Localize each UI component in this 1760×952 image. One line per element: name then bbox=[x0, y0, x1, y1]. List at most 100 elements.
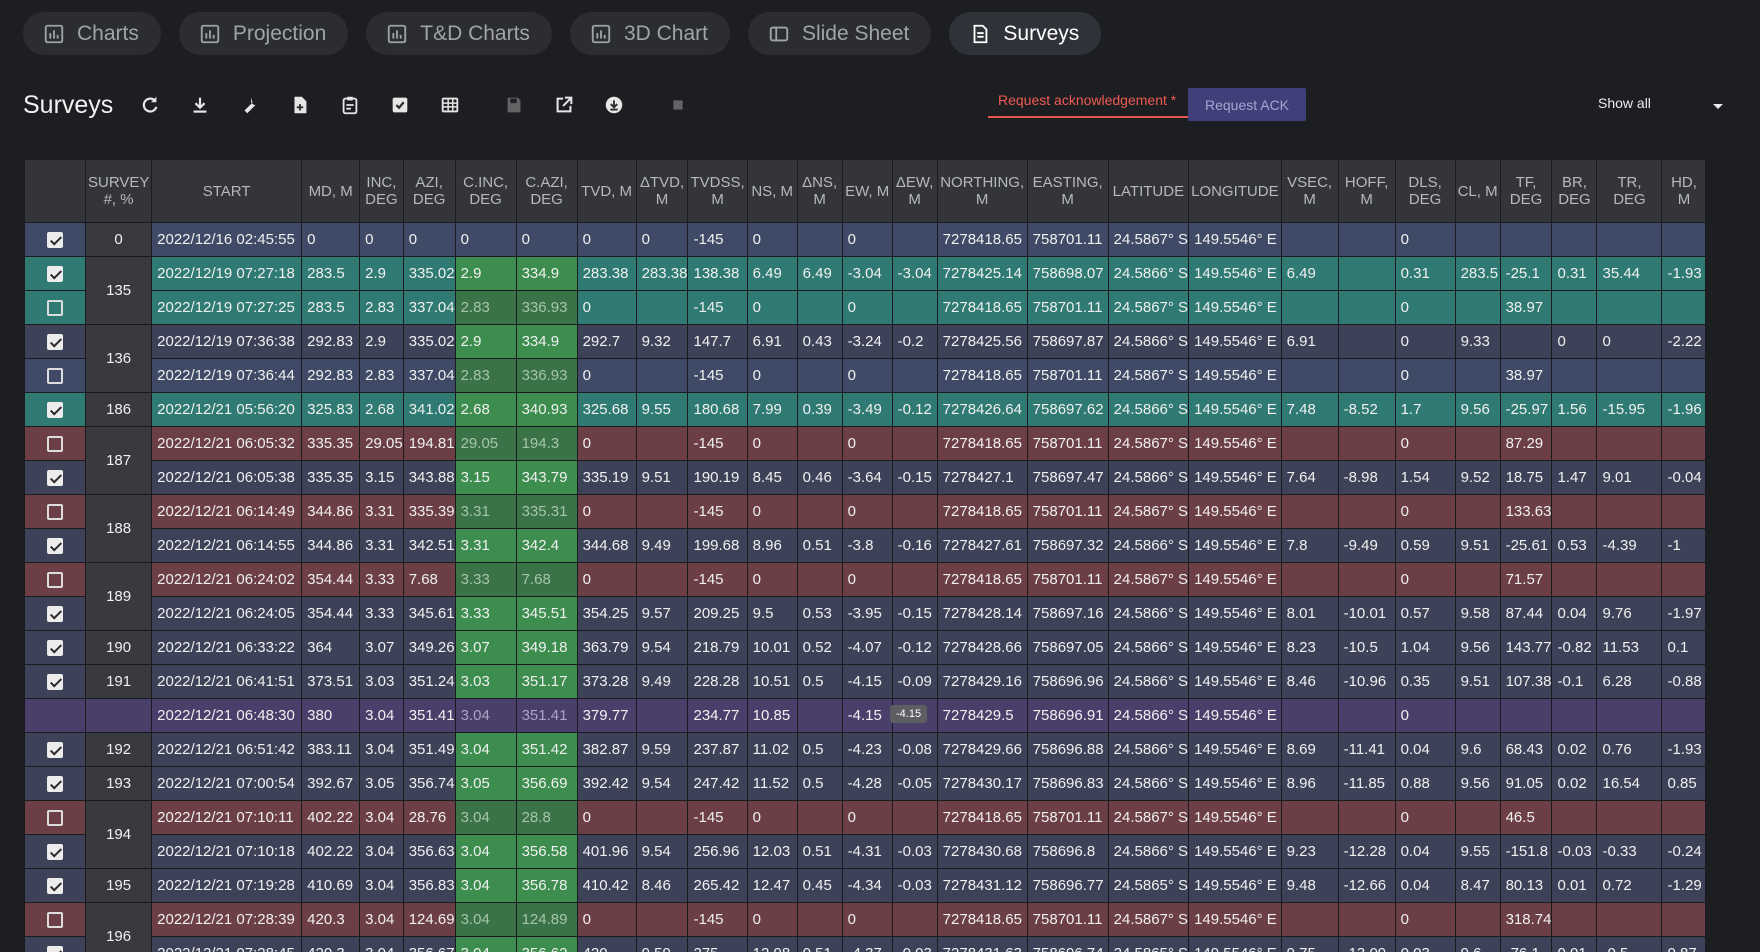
column-header[interactable]: SURVEY #, % bbox=[84, 159, 153, 223]
column-header[interactable]: EASTING, M bbox=[1026, 159, 1109, 223]
row-select-cell[interactable] bbox=[24, 630, 86, 665]
column-header[interactable]: TVD, M bbox=[576, 159, 637, 223]
row-checkbox[interactable] bbox=[47, 606, 63, 623]
table-row[interactable]: 186 2022/12/21 05:56:20 325.83 2.68 341.02 2.… bbox=[24, 392, 1707, 427]
download-circle-icon[interactable] bbox=[593, 84, 635, 126]
row-checkbox[interactable] bbox=[47, 742, 63, 759]
table-row[interactable]: 188 2022/12/21 06:14:49 344.86 3.31 335.39 3.… bbox=[24, 494, 1707, 563]
refresh-icon[interactable] bbox=[129, 84, 171, 126]
table-row[interactable]: 187 2022/12/21 06:05:32 335.35 29.05 194.81 2… bbox=[24, 426, 1707, 495]
tab-projection[interactable]: Projection bbox=[178, 12, 349, 55]
row-select-cell[interactable] bbox=[24, 562, 86, 597]
row-checkbox[interactable] bbox=[47, 266, 63, 283]
row-checkbox[interactable] bbox=[47, 776, 63, 793]
row-select-cell[interactable] bbox=[24, 222, 86, 257]
row-select-cell[interactable] bbox=[24, 902, 86, 937]
column-header[interactable]: HD, M bbox=[1661, 159, 1707, 223]
wrench-icon[interactable] bbox=[229, 84, 271, 126]
row-select-cell[interactable] bbox=[24, 358, 86, 393]
tab-t-d-charts[interactable]: T&D Charts bbox=[366, 12, 552, 55]
column-header[interactable]: C.AZI, DEG bbox=[515, 159, 578, 223]
table-row[interactable]: 2022/12/21 06:05:38 335.35 3.15 343.88 3.15 3… bbox=[24, 460, 1707, 495]
table-row[interactable]: 191 2022/12/21 06:41:51 373.51 3.03 351.24 3.… bbox=[24, 664, 1707, 699]
table-row[interactable]: 136 2022/12/19 07:36:38 292.83 2.9 335.02 2.9… bbox=[24, 324, 1707, 393]
filter-select[interactable]: Show all bbox=[1598, 95, 1651, 111]
row-select-cell[interactable] bbox=[24, 800, 86, 835]
column-header[interactable]: ΔTVD, M bbox=[635, 159, 689, 223]
column-header[interactable]: TR, DEG bbox=[1596, 159, 1663, 223]
row-checkbox[interactable] bbox=[47, 878, 63, 895]
row-checkbox[interactable] bbox=[47, 300, 63, 317]
row-select-cell[interactable] bbox=[24, 324, 86, 359]
tab-charts[interactable]: Charts bbox=[23, 12, 161, 55]
row-checkbox[interactable] bbox=[47, 402, 63, 419]
column-header[interactable]: BR, DEG bbox=[1551, 159, 1598, 223]
row-checkbox[interactable] bbox=[47, 912, 63, 929]
table-row[interactable]: 2022/12/19 07:36:44 292.83 2.83 337.04 2.83 3… bbox=[24, 358, 1707, 393]
row-select-cell[interactable] bbox=[24, 290, 86, 325]
tab-slide-sheet[interactable]: Slide Sheet bbox=[747, 12, 932, 55]
table-row[interactable]: 196 2022/12/21 07:28:39 420.3 3.04 124.69 3.0… bbox=[24, 902, 1707, 952]
column-header[interactable]: ΔNS, M bbox=[796, 159, 843, 223]
row-select-cell[interactable] bbox=[24, 256, 86, 291]
save-icon[interactable] bbox=[493, 84, 535, 126]
row-select-cell[interactable] bbox=[24, 732, 86, 767]
row-select-cell[interactable] bbox=[24, 868, 86, 903]
column-header[interactable]: NS, M bbox=[746, 159, 798, 223]
acknowledgement-field[interactable]: Request acknowledgement * bbox=[988, 72, 1188, 118]
row-select-cell[interactable] bbox=[24, 834, 86, 869]
open-external-icon[interactable] bbox=[543, 84, 585, 126]
table-row[interactable]: 135 2022/12/19 07:27:18 283.5 2.9 335.02 2.9 3… bbox=[24, 256, 1707, 325]
row-checkbox[interactable] bbox=[47, 946, 63, 952]
download-icon[interactable] bbox=[179, 84, 221, 126]
file-add-icon[interactable] bbox=[279, 84, 321, 126]
row-select-cell[interactable] bbox=[24, 936, 86, 952]
row-select-cell[interactable] bbox=[24, 426, 86, 461]
row-select-cell[interactable] bbox=[24, 698, 86, 733]
row-select-cell[interactable] bbox=[24, 766, 86, 801]
row-select-cell[interactable] bbox=[24, 392, 86, 427]
column-header[interactable]: DLS, DEG bbox=[1394, 159, 1456, 223]
row-checkbox[interactable] bbox=[47, 436, 63, 453]
tab-3d-chart[interactable]: 3D Chart bbox=[569, 12, 730, 55]
table-row[interactable]: 0 2022/12/16 02:45:55 0 0 0 0 0 0 0 -145 0 0 7278418… bbox=[24, 222, 1707, 257]
table-row[interactable]: 2022/12/21 07:28:45420.33.04356.673.0435… bbox=[24, 936, 1707, 952]
row-select-cell[interactable] bbox=[24, 528, 86, 563]
row-checkbox[interactable] bbox=[47, 844, 63, 861]
row-select-cell[interactable] bbox=[24, 664, 86, 699]
table-row[interactable]: 2022/12/21 06:48:30 380 3.04 351.41 3.04 351.… bbox=[24, 698, 1707, 733]
column-header[interactable]: C.INC, DEG bbox=[454, 159, 517, 223]
request-ack-button[interactable]: Request ACK bbox=[1188, 88, 1306, 121]
table-row[interactable]: 190 2022/12/21 06:33:22 364 3.07 349.26 3.07 3… bbox=[24, 630, 1707, 665]
column-header[interactable]: LATITUDE bbox=[1107, 159, 1190, 223]
column-header[interactable]: TVDSS, M bbox=[687, 159, 748, 223]
row-checkbox[interactable] bbox=[47, 368, 63, 385]
row-select-cell[interactable] bbox=[24, 596, 86, 631]
column-header[interactable]: CL, M bbox=[1454, 159, 1501, 223]
table-row[interactable]: 194 2022/12/21 07:10:11 402.22 3.04 28.76 3.0… bbox=[24, 800, 1707, 869]
column-header[interactable]: START bbox=[151, 159, 303, 223]
row-select-cell[interactable] bbox=[24, 460, 86, 495]
row-checkbox[interactable] bbox=[47, 334, 63, 351]
row-checkbox[interactable] bbox=[47, 640, 63, 657]
column-header[interactable]: NORTHING, M bbox=[936, 159, 1028, 223]
row-checkbox[interactable] bbox=[47, 572, 63, 589]
table-row[interactable]: 195 2022/12/21 07:19:28 410.69 3.04 356.83 3.… bbox=[24, 868, 1707, 903]
column-header[interactable]: TF, DEG bbox=[1499, 159, 1553, 223]
row-select-cell[interactable] bbox=[24, 494, 86, 529]
column-header[interactable]: LONGITUDE bbox=[1188, 159, 1282, 223]
clipboard-icon[interactable] bbox=[329, 84, 371, 126]
column-header[interactable] bbox=[24, 159, 86, 223]
row-checkbox[interactable] bbox=[47, 538, 63, 555]
chevron-down-icon[interactable] bbox=[1712, 98, 1724, 116]
column-header[interactable]: MD, M bbox=[301, 159, 361, 223]
tab-surveys[interactable]: Surveys bbox=[949, 12, 1102, 55]
table-row[interactable]: 192 2022/12/21 06:51:42 383.11 3.04 351.49 3.… bbox=[24, 732, 1707, 767]
row-checkbox[interactable] bbox=[47, 232, 63, 249]
table-row[interactable]: 189 2022/12/21 06:24:02 354.44 3.33 7.68 3.33… bbox=[24, 562, 1707, 631]
row-checkbox[interactable] bbox=[47, 470, 63, 487]
table-icon[interactable] bbox=[429, 84, 471, 126]
column-header[interactable]: ΔEW, M bbox=[891, 159, 938, 223]
column-header[interactable]: AZI, DEG bbox=[402, 159, 456, 223]
table-row[interactable]: 2022/12/19 07:27:25 283.5 2.83 337.04 2.83 33… bbox=[24, 290, 1707, 325]
